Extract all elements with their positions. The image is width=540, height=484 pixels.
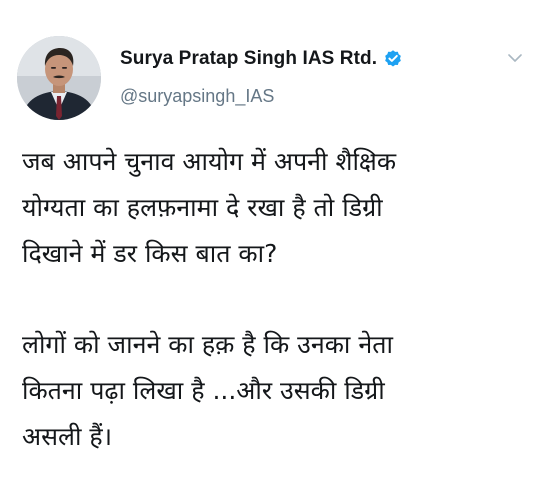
author-handle[interactable]: @suryapsingh_IAS — [120, 86, 274, 107]
profile-photo-icon — [17, 36, 101, 120]
author-avatar[interactable] — [17, 36, 101, 120]
tweet-line: योग्यता का हलफ़नामा दे रखा है तो डिग्री — [22, 193, 383, 222]
chevron-down-icon — [508, 54, 522, 62]
tweet-line: असली हैं। — [22, 422, 113, 451]
tweet-line: जब आपने चुनाव आयोग में अपनी शैक्षिक — [22, 147, 397, 176]
tweet-text: जब आपने चुनाव आयोग में अपनी शैक्षिक योग्… — [22, 139, 527, 460]
tweet-paragraph: लोगों को जानने का हक़ है कि उनका नेता कि… — [22, 322, 527, 460]
tweet-menu-button[interactable] — [505, 50, 525, 66]
verified-badge-icon — [383, 49, 403, 69]
author-display-name[interactable]: Surya Pratap Singh IAS Rtd. — [120, 48, 377, 70]
tweet-line: कितना पढ़ा लिखा है ...और उसकी डिग्री — [22, 376, 385, 405]
tweet-paragraph: जब आपने चुनाव आयोग में अपनी शैक्षिक योग्… — [22, 139, 527, 277]
tweet-line: दिखाने में डर किस बात का? — [22, 239, 278, 268]
tweet-card: Surya Pratap Singh IAS Rtd. @suryapsingh… — [0, 0, 540, 484]
tweet-line: लोगों को जानने का हक़ है कि उनका नेता — [22, 330, 393, 359]
author-name-row: Surya Pratap Singh IAS Rtd. — [120, 48, 403, 70]
